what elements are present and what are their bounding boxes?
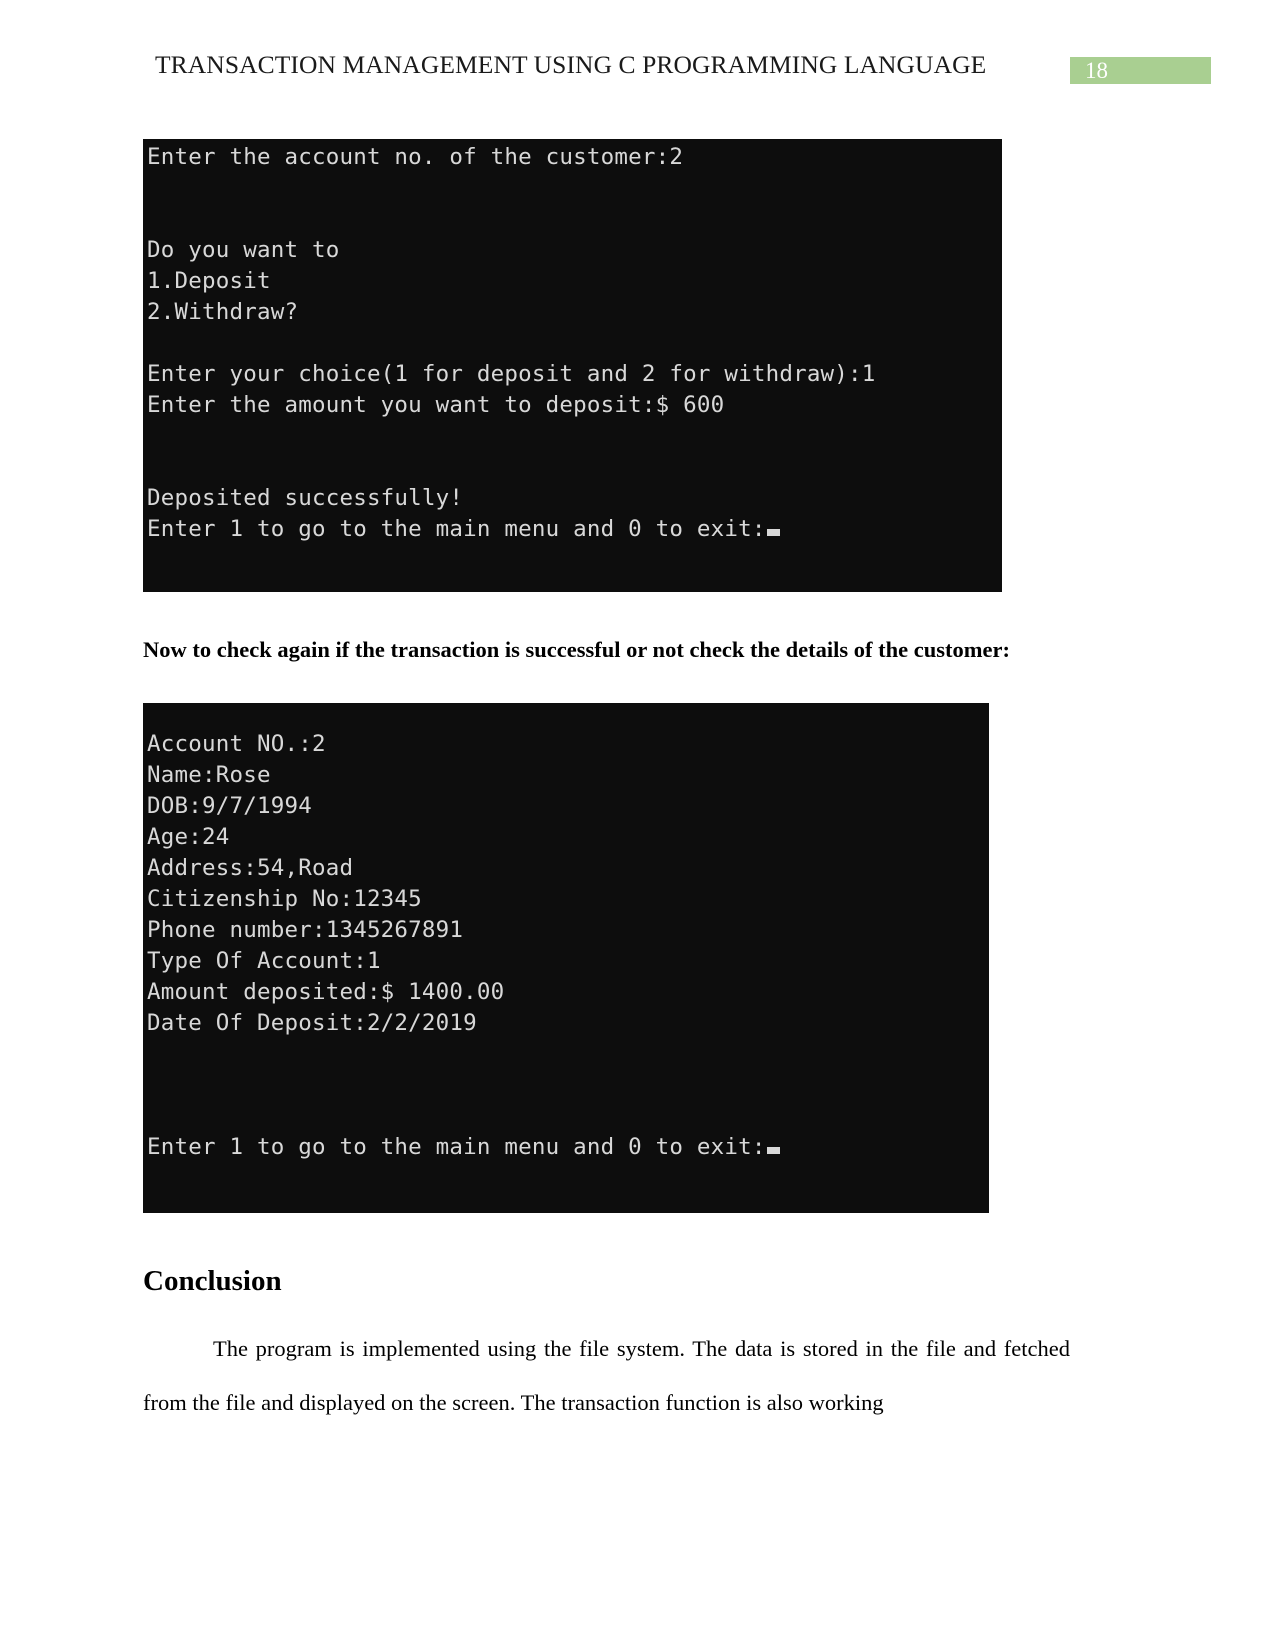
terminal-line-address: Address:54,Road <box>147 855 354 881</box>
terminal-line-name: Name:Rose <box>147 762 271 788</box>
terminal-screenshot-customer-details: Account NO.:2 Name:Rose DOB:9/7/1994 Age… <box>143 703 989 1213</box>
terminal-line-age: Age:24 <box>147 824 230 850</box>
terminal-prompt-text: Enter 1 to go to the main menu and 0 to … <box>147 516 766 542</box>
terminal-one-content: Enter the account no. of the customer:2 … <box>143 139 1002 545</box>
document-page: TRANSACTION MANAGEMENT USING C PROGRAMMI… <box>0 0 1275 1651</box>
terminal-line-citizenship-no: Citizenship No:12345 <box>147 886 422 912</box>
terminal-line: Enter the amount you want to deposit:$ 6… <box>147 392 725 418</box>
terminal-two-content: Account NO.:2 Name:Rose DOB:9/7/1994 Age… <box>143 703 989 1163</box>
section-heading-conclusion: Conclusion <box>143 1265 282 1297</box>
terminal-line-dob: DOB:9/7/1994 <box>147 793 312 819</box>
terminal-line-phone-number: Phone number:1345267891 <box>147 917 464 943</box>
terminal-line: Enter your choice(1 for deposit and 2 fo… <box>147 361 876 387</box>
header-title: TRANSACTION MANAGEMENT USING C PROGRAMMI… <box>155 50 987 79</box>
terminal-cursor-icon <box>766 529 780 536</box>
terminal-screenshot-deposit: Enter the account no. of the customer:2 … <box>143 139 1002 592</box>
terminal-prompt-text: Enter 1 to go to the main menu and 0 to … <box>147 1134 766 1160</box>
terminal-prompt-line: Enter 1 to go to the main menu and 0 to … <box>147 514 1002 545</box>
terminal-line: 2.Withdraw? <box>147 299 299 325</box>
conclusion-paragraph: The program is implemented using the fil… <box>143 1336 1070 1415</box>
terminal-prompt-line: Enter 1 to go to the main menu and 0 to … <box>147 1132 989 1163</box>
terminal-line-amount-deposited: Amount deposited:$ 1400.00 <box>147 979 505 1005</box>
terminal-line: Deposited successfully! <box>147 485 464 511</box>
terminal-line-account-no: Account NO.:2 <box>147 731 326 757</box>
page-number-text: 18 <box>1085 58 1108 83</box>
page-header: TRANSACTION MANAGEMENT USING C PROGRAMMI… <box>0 50 1275 90</box>
terminal-line: Do you want to <box>147 237 340 263</box>
terminal-cursor-icon <box>766 1147 780 1154</box>
terminal-line-date-of-deposit: Date Of Deposit:2/2/2019 <box>147 1010 477 1036</box>
terminal-line: 1.Deposit <box>147 268 271 294</box>
terminal-line: Enter the account no. of the customer:2 <box>147 144 684 170</box>
terminal-line-type-of-account: Type Of Account:1 <box>147 948 381 974</box>
caption-check-transaction: Now to check again if the transaction is… <box>143 637 1010 662</box>
